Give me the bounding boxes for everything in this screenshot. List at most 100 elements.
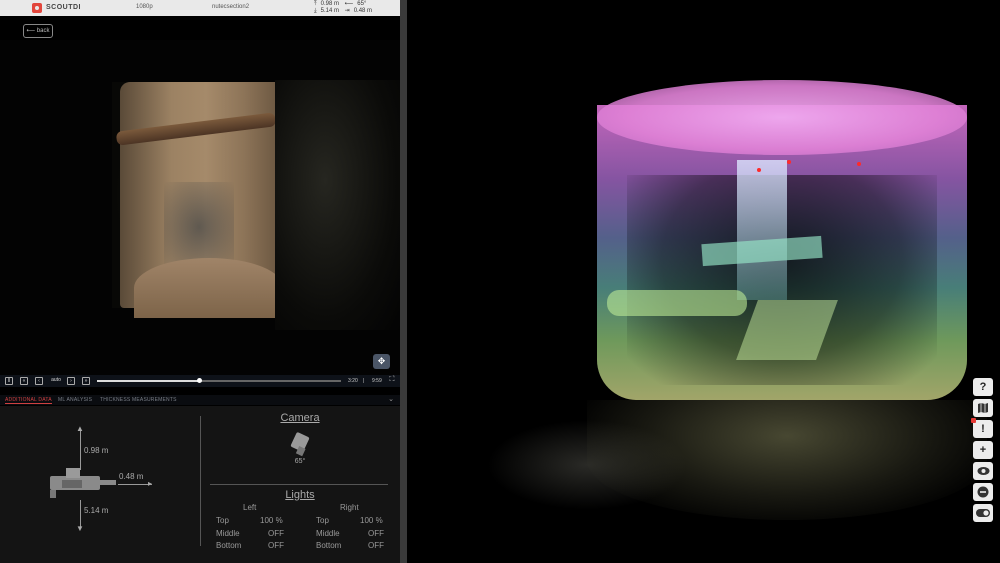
viewer-toolbar: ? ! + [971, 378, 993, 525]
back-label: back [36, 28, 50, 34]
plus-icon: + [979, 444, 987, 456]
down-arrowhead-icon: ▼ [76, 524, 84, 533]
left-top-label: Top [216, 516, 229, 525]
right-arrowhead-icon: ▸ [148, 479, 153, 488]
section-name: nutecsection2 [212, 4, 250, 10]
time-separator: | [363, 378, 365, 384]
tab-additional-data[interactable]: ADDITIONAL DATA [5, 397, 52, 404]
stat-right: 0.48 m [353, 8, 373, 14]
panel-resize-handle[interactable] [400, 0, 407, 563]
pause-button[interactable]: II [5, 377, 13, 385]
up-arrowhead-icon: ▲ [76, 424, 84, 433]
left-bottom-label: Bottom [216, 541, 242, 550]
camera-angle: 65° [294, 458, 306, 465]
logo-text: SCOUTDI [46, 4, 81, 11]
stat-up: 0.98 m [320, 1, 339, 7]
right-middle-value: OFF [368, 529, 384, 538]
video-controls: II « ‹ auto › » 3:20 | 9:59 ⛶ [0, 375, 400, 387]
additional-data-panel: ▲ 0.98 m ▸ 0.48 m ▼ 5.14 m Camera 65° Li… [0, 406, 400, 563]
pipe-ring [115, 112, 277, 146]
right-bottom-label: Bottom [316, 541, 342, 550]
timeline-slider[interactable] [97, 378, 341, 383]
frame-back-button[interactable]: ‹ [35, 377, 43, 385]
point-cloud-viewer[interactable] [407, 0, 1000, 563]
map-icon [978, 403, 988, 413]
crawler-drone-icon [50, 468, 116, 498]
position-stats: ⤒ 0.98 m ⟵ 65° ⤓ 5.14 m ⇥ 0.48 m [314, 1, 376, 15]
left-bottom-value: OFF [268, 541, 284, 550]
skip-back-button[interactable]: « [20, 377, 28, 385]
lights-left-header: Left [243, 503, 257, 512]
pipe-bend [134, 258, 284, 318]
back-arrow-icon: ⟵ [26, 28, 36, 34]
arrow-down-icon: ⤓ [314, 8, 317, 14]
horizontal-divider [210, 484, 388, 485]
lights-title: Lights [285, 489, 315, 501]
zoom-in-button[interactable]: + [973, 441, 993, 459]
left-top-value: 100 % [260, 516, 283, 525]
total-time: 9:59 [372, 378, 382, 384]
right-top-value: 100 % [360, 516, 383, 525]
camera-title: Camera [280, 412, 320, 424]
chevron-down-icon[interactable]: ⌄ [388, 395, 394, 403]
minus-circle-icon [977, 486, 989, 498]
stat-down: 5.14 m [320, 8, 339, 14]
left-middle-label: Middle [216, 529, 240, 538]
marker-point[interactable] [787, 160, 791, 164]
left-panel: SCOUTDI 1080p nutecsection2 ⤒ 0.98 m ⟵ 65°… [0, 0, 400, 563]
video-player[interactable] [0, 40, 400, 375]
speed-button[interactable]: auto [50, 377, 62, 385]
right-middle-label: Middle [316, 529, 340, 538]
stat-angle: 65° [357, 1, 367, 7]
map-button[interactable] [973, 399, 993, 417]
left-middle-value: OFF [268, 529, 284, 538]
dark-background [275, 80, 400, 330]
app-root: SCOUTDI 1080p nutecsection2 ⤒ 0.98 m ⟵ 65°… [0, 0, 1000, 563]
toggle-icon [976, 509, 990, 517]
alert-button[interactable]: ! [971, 418, 993, 438]
frame-forward-button[interactable]: › [67, 377, 75, 385]
toggle-button[interactable] [973, 504, 993, 522]
tank-roof [597, 80, 967, 155]
skip-forward-button[interactable]: » [82, 377, 90, 385]
help-icon: ? [979, 381, 987, 393]
crawler-up-distance: 0.98 m [84, 446, 109, 455]
tank-floor [587, 400, 987, 520]
help-button[interactable]: ? [973, 378, 993, 396]
arrow-right-icon: ⇥ [344, 8, 350, 14]
crawler-down-distance: 5.14 m [84, 506, 109, 515]
marker-point[interactable] [757, 168, 761, 172]
pipe-image [115, 82, 292, 318]
alert-icon: ! [981, 423, 985, 435]
zoom-out-button[interactable] [973, 483, 993, 501]
timeline-progress [97, 380, 200, 382]
timeline-knob[interactable] [197, 378, 203, 383]
angle-icon: ⟵ [344, 1, 354, 7]
video-frame-image [112, 82, 302, 318]
fullscreen-icon[interactable]: ⛶ [388, 376, 396, 385]
move-expand-button[interactable]: ✥ [373, 354, 390, 369]
move-icon: ✥ [377, 356, 386, 366]
camera-icon [290, 432, 310, 457]
right-arrow-line [118, 484, 152, 485]
arrow-up-icon: ⤒ [314, 1, 317, 7]
visibility-button[interactable] [973, 462, 993, 480]
right-top-label: Top [316, 516, 329, 525]
marker-point[interactable] [857, 162, 861, 166]
crawler-right-distance: 0.48 m [119, 472, 144, 481]
elapsed-time: 3:20 [348, 378, 358, 384]
right-bottom-value: OFF [368, 541, 384, 550]
resolution-label: 1080p [136, 4, 153, 10]
notification-badge [971, 418, 976, 423]
scoutdi-logo-icon [32, 3, 42, 13]
lights-right-header: Right [340, 503, 359, 512]
top-bar: SCOUTDI 1080p nutecsection2 ⤒ 0.98 m ⟵ 65°… [0, 0, 400, 16]
data-tabs: ADDITIONAL DATA ML ANALYSIS THICKNESS ME… [0, 395, 400, 405]
tab-ml-analysis[interactable]: ML ANALYSIS [58, 397, 92, 403]
back-button[interactable]: ⟵ back [23, 24, 53, 38]
internal-pipe-lower [607, 290, 747, 316]
vertical-divider [200, 416, 201, 546]
vertical-structure [737, 160, 787, 300]
crawler-diagram: ▲ 0.98 m ▸ 0.48 m ▼ 5.14 m [0, 406, 200, 563]
tab-thickness-measurements[interactable]: THICKNESS MEASUREMENTS [100, 397, 177, 403]
